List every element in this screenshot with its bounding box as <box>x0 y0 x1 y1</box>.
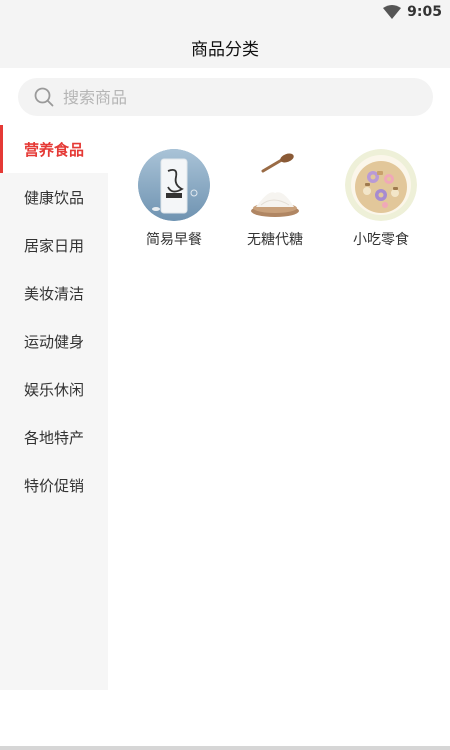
search-bar <box>0 68 450 125</box>
bottom-divider <box>0 746 450 750</box>
sidebar-item-entertainment[interactable]: 娱乐休闲 <box>0 365 108 413</box>
search-box[interactable] <box>18 78 433 116</box>
sugar-spoon-image <box>239 149 311 221</box>
sidebar-item-beauty-cleaning[interactable]: 美妆清洁 <box>0 269 108 317</box>
search-input[interactable] <box>63 87 383 107</box>
subcategory-label: 无糖代糖 <box>247 232 303 248</box>
sidebar-item-sports-fitness[interactable]: 运动健身 <box>0 317 108 365</box>
sidebar-item-label: 健康饮品 <box>24 188 85 207</box>
subcategory-sugar-free[interactable]: 无糖代糖 <box>225 149 325 249</box>
status-bar: 9:05 <box>0 0 450 26</box>
sidebar-item-label: 美妆清洁 <box>24 284 85 303</box>
cereal-bowl-image <box>345 149 417 221</box>
sidebar-item-nutrition-food[interactable]: 营养食品 <box>0 125 108 173</box>
sidebar-item-label: 运动健身 <box>24 332 85 351</box>
sidebar-item-label: 居家日用 <box>24 236 85 255</box>
subcategory-grid: 简易早餐 无糖代糖 小吃零食 <box>108 125 450 690</box>
subcategory-label: 小吃零食 <box>353 232 409 248</box>
subcategory-snacks[interactable]: 小吃零食 <box>331 149 431 249</box>
search-icon <box>34 87 54 107</box>
sidebar-item-label: 娱乐休闲 <box>24 380 85 399</box>
status-time: 9:05 <box>407 4 442 20</box>
milk-bottle-image <box>138 149 210 221</box>
page-title: 商品分类 <box>191 39 259 60</box>
sidebar-item-special-offers[interactable]: 特价促销 <box>0 461 108 509</box>
sidebar-item-household[interactable]: 居家日用 <box>0 221 108 269</box>
status-icons: 9:05 <box>383 4 442 20</box>
sidebar-item-health-drinks[interactable]: 健康饮品 <box>0 173 108 221</box>
sidebar-item-label: 各地特产 <box>24 428 85 447</box>
wifi-icon <box>383 5 402 19</box>
subcategory-label: 简易早餐 <box>146 232 202 248</box>
category-sidebar: 营养食品 健康饮品 居家日用 美妆清洁 运动健身 娱乐休闲 各地特产 特价促销 <box>0 125 108 690</box>
title-bar: 商品分类 <box>0 26 450 68</box>
sidebar-item-label: 特价促销 <box>24 476 85 495</box>
sidebar-item-local-specialties[interactable]: 各地特产 <box>0 413 108 461</box>
sidebar-item-label: 营养食品 <box>24 140 85 159</box>
subcategory-breakfast[interactable]: 简易早餐 <box>124 149 224 249</box>
